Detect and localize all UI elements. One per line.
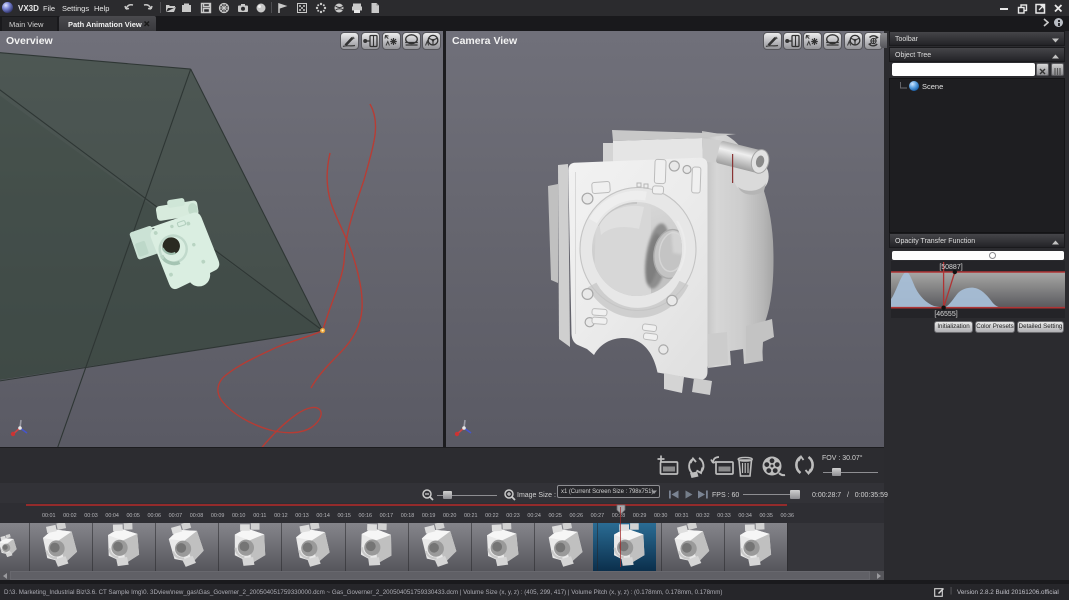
svg-text:[50887]: [50887]: [939, 264, 962, 271]
svg-text:[46555]: [46555]: [934, 311, 957, 318]
